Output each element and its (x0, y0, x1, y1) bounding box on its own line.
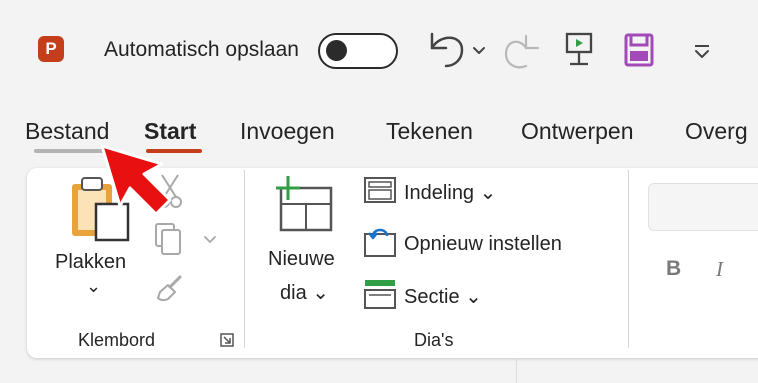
italic-button[interactable]: I (716, 257, 723, 282)
reset-icon[interactable] (363, 226, 397, 258)
pointer-arrow (100, 144, 172, 216)
save-icon[interactable] (622, 31, 656, 69)
group-label-dias: Dia's (414, 330, 454, 350)
tab-bestand-hover-indicator (34, 149, 106, 153)
workspace-divider (516, 358, 517, 383)
tab-ontwerpen[interactable]: Ontwerpen (521, 118, 634, 145)
group-label-klembord: Klembord (78, 330, 156, 350)
autosave-toggle[interactable] (318, 33, 398, 69)
powerpoint-logo-icon: P (38, 36, 64, 62)
layout-label[interactable]: Indeling ⌄ (404, 180, 496, 205)
copy-icon[interactable] (150, 222, 220, 258)
autosave-label: Automatisch opslaan (104, 38, 299, 61)
group-separator (244, 170, 245, 348)
format-painter-icon[interactable] (154, 274, 186, 304)
customize-qat-icon[interactable] (690, 40, 714, 64)
dialog-launcher-icon[interactable] (219, 332, 235, 348)
tab-tekenen[interactable]: Tekenen (386, 118, 473, 145)
reset-label[interactable]: Opnieuw instellen (404, 233, 562, 256)
section-icon[interactable] (363, 278, 397, 310)
tab-bestand[interactable]: Bestand (25, 118, 109, 145)
font-name-combobox[interactable] (648, 183, 758, 231)
new-slide-label[interactable]: Nieuwe (268, 248, 335, 271)
paste-options-chevron[interactable]: ⌄ (86, 276, 101, 297)
paste-label[interactable]: Plakken (55, 251, 126, 274)
present-from-start-icon[interactable] (563, 30, 595, 70)
bold-button[interactable]: B (666, 257, 681, 281)
toggle-knob (326, 40, 347, 61)
tab-invoegen[interactable]: Invoegen (240, 118, 335, 145)
new-slide-chevron-label[interactable]: dia ⌄ (280, 280, 329, 305)
new-slide-icon[interactable] (273, 174, 337, 238)
layout-icon[interactable] (363, 176, 397, 206)
section-label[interactable]: Sectie ⌄ (404, 284, 482, 309)
tab-start[interactable]: Start (144, 118, 196, 145)
redo-icon[interactable] (500, 28, 542, 72)
tab-overgangen[interactable]: Overg (685, 118, 748, 145)
group-separator (628, 170, 629, 348)
undo-icon[interactable] (424, 26, 494, 72)
